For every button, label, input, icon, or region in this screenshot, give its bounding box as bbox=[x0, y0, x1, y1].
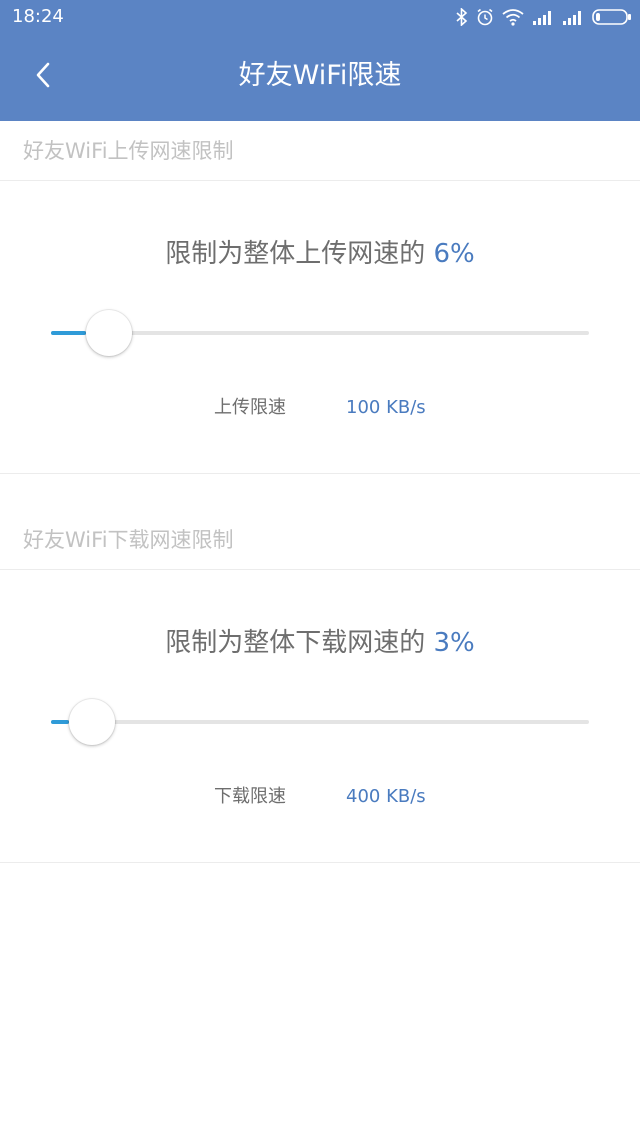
chevron-left-icon bbox=[35, 62, 51, 92]
upload-speed-value: 100 KB/s bbox=[346, 397, 426, 418]
nav-bar: 好友WiFi限速 bbox=[0, 34, 640, 121]
upload-speed-row: 上传限速 100 KB/s bbox=[0, 393, 640, 423]
download-speed-value: 400 KB/s bbox=[346, 786, 426, 807]
app-header: 18:24 好友WiFi限速 bbox=[0, 0, 640, 121]
download-section: 限制为整体下载网速的 3% 下载限速 400 KB/s bbox=[0, 570, 640, 863]
download-percent: 3% bbox=[433, 628, 475, 658]
bluetooth-icon bbox=[456, 8, 468, 26]
upload-speed-label: 上传限速 bbox=[214, 397, 286, 418]
upload-section-header: 好友WiFi上传网速限制 bbox=[0, 121, 640, 181]
alarm-icon bbox=[476, 8, 494, 26]
download-limit-prefix: 限制为整体下载网速的 bbox=[165, 628, 426, 658]
download-speed-label: 下载限速 bbox=[214, 786, 286, 807]
slider-track bbox=[51, 720, 589, 724]
upload-section: 限制为整体上传网速的 6% 上传限速 100 KB/s bbox=[0, 181, 640, 474]
status-time: 18:24 bbox=[12, 6, 64, 27]
signal-icon bbox=[562, 9, 584, 25]
upload-slider[interactable] bbox=[51, 303, 589, 363]
status-icons bbox=[456, 6, 632, 28]
download-limit-text: 限制为整体下载网速的 3% bbox=[0, 622, 640, 659]
download-speed-row: 下载限速 400 KB/s bbox=[0, 782, 640, 812]
slider-fill bbox=[51, 331, 87, 335]
page-title: 好友WiFi限速 bbox=[238, 60, 402, 91]
slider-thumb[interactable] bbox=[86, 310, 133, 356]
battery-icon bbox=[592, 9, 632, 25]
upload-limit-text: 限制为整体上传网速的 6% bbox=[0, 233, 640, 270]
upload-percent: 6% bbox=[433, 239, 475, 269]
download-section-label: 好友WiFi下载网速限制 bbox=[23, 528, 234, 552]
upload-limit-prefix: 限制为整体上传网速的 bbox=[165, 239, 426, 269]
download-section-header: 好友WiFi下载网速限制 bbox=[0, 510, 640, 570]
status-bar: 18:24 bbox=[0, 0, 640, 34]
download-slider[interactable] bbox=[51, 692, 589, 752]
back-button[interactable] bbox=[20, 54, 66, 100]
signal-icon bbox=[532, 9, 554, 25]
upload-section-label: 好友WiFi上传网速限制 bbox=[23, 139, 234, 163]
slider-thumb[interactable] bbox=[68, 699, 115, 745]
slider-fill bbox=[51, 720, 69, 724]
wifi-icon bbox=[502, 8, 524, 26]
